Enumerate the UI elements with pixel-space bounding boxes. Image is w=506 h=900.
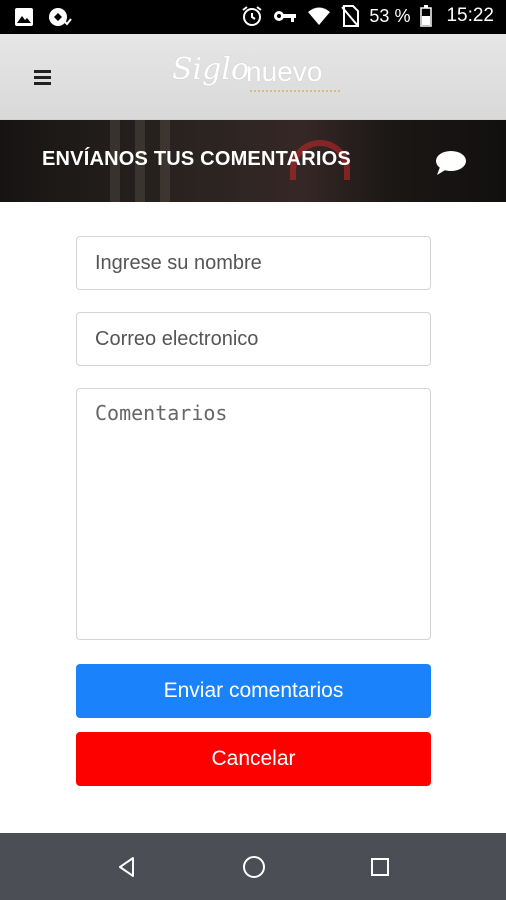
- wifi-icon: [308, 7, 331, 25]
- status-bar: 53 % 15:22: [0, 0, 506, 34]
- alarm-icon: [242, 6, 263, 26]
- image-icon: [15, 8, 33, 26]
- no-sim-icon: [341, 5, 360, 27]
- comments-textarea[interactable]: [76, 388, 431, 640]
- key-icon: [274, 11, 297, 22]
- siglo-nuevo-logo: Siglo nuevo: [172, 52, 342, 108]
- logo-script-text: Siglo: [172, 52, 250, 87]
- logo-tagline-decoration: [250, 90, 340, 94]
- clock: 15:22: [446, 5, 494, 26]
- name-input[interactable]: [76, 236, 431, 290]
- hamburger-menu-icon[interactable]: [30, 64, 56, 90]
- app-icon: [49, 8, 72, 26]
- email-input[interactable]: [76, 312, 431, 366]
- home-icon[interactable]: [240, 853, 268, 881]
- app-header: Siglo nuevo: [0, 34, 506, 120]
- cancel-button[interactable]: Cancelar: [76, 732, 431, 786]
- status-bar-notifications: [14, 7, 72, 27]
- battery-icon: [420, 5, 433, 27]
- system-navigation-bar: [0, 833, 506, 900]
- logo-word-text: nuevo: [246, 56, 323, 87]
- battery-percentage: 53 %: [369, 5, 411, 26]
- chat-bubble-icon[interactable]: [434, 150, 468, 176]
- status-bar-system: 53 % 15:22: [241, 5, 494, 27]
- back-icon[interactable]: [113, 853, 141, 881]
- recents-icon[interactable]: [366, 853, 394, 881]
- send-comments-button[interactable]: Enviar comentarios: [76, 664, 431, 718]
- page-banner: ENVÍANOS TUS COMENTARIOS: [0, 120, 506, 202]
- page-title: ENVÍANOS TUS COMENTARIOS: [42, 148, 351, 170]
